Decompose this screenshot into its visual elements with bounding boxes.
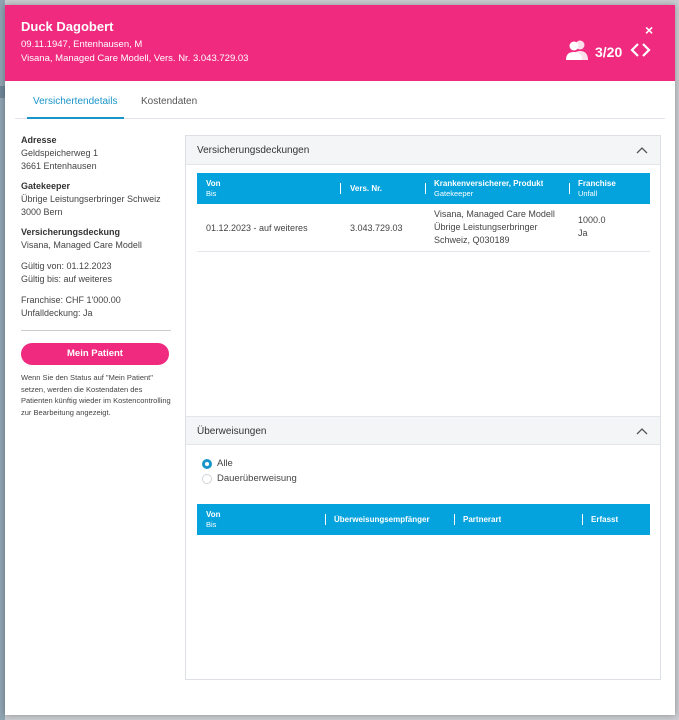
col-vers-nr[interactable]: Vers. Nr. [350, 184, 382, 194]
cell-vers-nr: 3.043.729.03 [350, 223, 403, 233]
patient-name: Duck Dagobert [21, 19, 114, 34]
gatekeeper-group: Gatekeeper Übrige Leistungserbringer Sch… [21, 181, 171, 219]
radio-alle[interactable]: Alle [202, 458, 233, 469]
column-divider [340, 183, 341, 194]
section-header-versicherungsdeckungen[interactable]: Versicherungsdeckungen [186, 136, 660, 165]
chevron-up-icon[interactable] [636, 427, 648, 435]
patient-birth-info: 09.11.1947, Entenhausen, M [21, 39, 143, 50]
mein-patient-button[interactable]: Mein Patient [21, 343, 169, 365]
column-divider [325, 514, 326, 525]
patient-insurance-info: Visana, Managed Care Modell, Vers. Nr. 3… [21, 53, 249, 64]
col-erfasst[interactable]: Erfasst [591, 515, 618, 525]
users-icon[interactable] [565, 39, 589, 66]
patient-modal: Duck Dagobert 09.11.1947, Entenhausen, M… [5, 5, 675, 715]
franchise-group: Franchise: CHF 1'000.00 Unfalldeckung: J… [21, 294, 171, 320]
address-group: Adresse Geldspeicherweg 1 3661 Entenhaus… [21, 135, 171, 173]
franchise-value: Franchise: CHF 1'000.00 [21, 295, 121, 305]
modal-header: Duck Dagobert 09.11.1947, Entenhausen, M… [5, 5, 675, 81]
insured-summary: Adresse Geldspeicherweg 1 3661 Entenhaus… [21, 135, 171, 418]
tab-versichertendetails[interactable]: Versichertendetails [27, 91, 124, 119]
tab-kostendaten[interactable]: Kostendaten [135, 91, 203, 119]
col-von-bis[interactable]: Von Bis [206, 510, 221, 530]
accident-coverage: Unfalldeckung: Ja [21, 308, 93, 318]
coverage-label: Versicherungsdeckung [21, 227, 121, 237]
address-label: Adresse [21, 135, 57, 145]
cell-franchise: 1000.0 Ja [578, 215, 606, 238]
column-divider [425, 183, 426, 194]
chevron-up-icon[interactable] [636, 146, 648, 154]
details-panel: Versicherungsdeckungen Von Bis Vers. Nr.… [185, 135, 661, 680]
radio-dauerueberweisung[interactable]: Dauerüberweisung [202, 473, 297, 484]
col-versicherer[interactable]: Krankenversicherer, Produkt Gatekeeper [434, 179, 543, 199]
patient-counter: 3/20 [595, 44, 623, 60]
close-button[interactable]: × [645, 23, 653, 37]
col-partnerart[interactable]: Partnerart [463, 515, 501, 525]
address-line: Geldspeicherweg 1 [21, 148, 99, 158]
coverage-table-header: Von Bis Vers. Nr. Krankenversicherer, Pr… [197, 173, 650, 204]
column-divider [454, 514, 455, 525]
col-von-bis[interactable]: Von Bis [206, 179, 221, 199]
section-title: Überweisungen [197, 426, 267, 437]
gatekeeper-line: 3000 Bern [21, 207, 63, 217]
section-title: Versicherungsdeckungen [197, 145, 310, 156]
valid-to: Gültig bis: auf weiteres [21, 274, 113, 284]
column-divider [569, 183, 570, 194]
validity-group: Gültig von: 01.12.2023 Gültig bis: auf w… [21, 260, 171, 286]
tab-bar: Versichertendetails Kostendaten [15, 91, 665, 119]
section-header-ueberweisungen[interactable]: Überweisungen [186, 416, 660, 445]
column-divider [582, 514, 583, 525]
referral-table-header: Von Bis Überweisungsempfänger Partnerart… [197, 504, 650, 535]
col-franchise[interactable]: Franchise Unfall [578, 179, 616, 199]
coverage-line: Visana, Managed Care Modell [21, 240, 142, 250]
table-row[interactable]: 01.12.2023 - auf weiteres 3.043.729.03 V… [197, 204, 650, 252]
coverage-group: Versicherungsdeckung Visana, Managed Car… [21, 227, 171, 252]
address-line: 3661 Entenhausen [21, 161, 97, 171]
radio-dot-selected[interactable] [202, 458, 212, 469]
valid-from: Gültig von: 01.12.2023 [21, 261, 112, 271]
patient-navigator: 3/20 [565, 39, 651, 65]
cell-von-bis: 01.12.2023 - auf weiteres [206, 223, 308, 233]
cell-versicherer: Visana, Managed Care Modell Übrige Leist… [434, 209, 555, 245]
gatekeeper-line: Übrige Leistungserbringer Schweiz [21, 194, 161, 204]
col-empfaenger[interactable]: Überweisungsempfänger [334, 515, 436, 525]
radio-dot[interactable] [202, 473, 212, 484]
mein-patient-note: Wenn Sie den Status auf "Mein Patient" s… [21, 373, 171, 417]
chevron-left-icon[interactable] [630, 42, 640, 62]
divider [21, 330, 171, 331]
gatekeeper-label: Gatekeeper [21, 181, 71, 191]
chevron-right-icon[interactable] [642, 42, 651, 62]
